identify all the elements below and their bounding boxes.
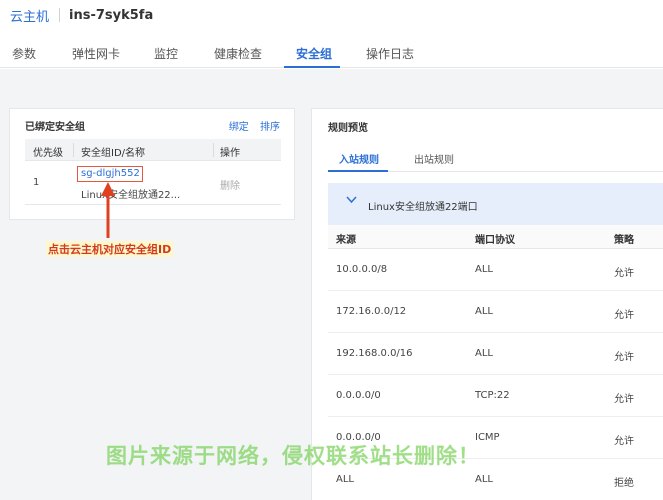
col-divider <box>73 143 74 157</box>
bound-sg-actions: 绑定 排序 <box>221 118 280 133</box>
watermark-text: 图片来源于网络，侵权联系站长删除！ <box>106 444 480 468</box>
bind-button[interactable]: 绑定 <box>229 122 249 133</box>
table-row: 1 sg-dlgjh552 Linux安全组放通22... 删除 <box>25 161 281 205</box>
table-row: 192.168.0.0/16 ALL 允许 <box>328 333 663 375</box>
col-source: 来源 <box>336 235 356 246</box>
table-row: 10.0.0.0/8 ALL 允许 <box>328 249 663 291</box>
sg-group-name: Linux安全组放通22端口 <box>368 202 478 213</box>
rule-policy: 允许 <box>614 394 634 405</box>
bound-sg-panel: 已绑定安全组 绑定 排序 优先级 安全组ID/名称 操作 1 sg-dlgjh5… <box>9 108 295 220</box>
col-policy: 策略 <box>614 235 634 246</box>
rule-source: 192.168.0.0/16 <box>336 348 413 359</box>
sg-group-header[interactable]: Linux安全组放通22端口 <box>328 183 663 225</box>
bound-sg-table-header: 优先级 安全组ID/名称 操作 <box>25 139 281 161</box>
instance-id: ins-7syk5fa <box>69 7 154 23</box>
col-divider <box>213 143 214 157</box>
tab-outbound-rules[interactable]: 出站规则 <box>414 151 454 166</box>
rule-port: ALL <box>475 264 493 275</box>
rule-source: 172.16.0.0/12 <box>336 306 407 317</box>
col-action: 操作 <box>220 148 240 159</box>
rule-source: 0.0.0.0/0 <box>336 390 381 401</box>
rule-policy: 允许 <box>614 310 634 321</box>
rule-policy: 允许 <box>614 436 634 447</box>
rule-source: ALL <box>336 474 354 485</box>
tab-health[interactable]: 健康检查 <box>214 45 262 62</box>
sg-id-link[interactable]: sg-dlgjh552 <box>81 168 140 179</box>
rule-port: ALL <box>475 474 493 485</box>
top-bar: 云主机 ins-7syk5fa <box>0 0 663 30</box>
tab-inbound-rules[interactable]: 入站规则 <box>339 151 379 166</box>
col-port-protocol: 端口协议 <box>475 235 515 246</box>
rule-policy: 允许 <box>614 352 634 363</box>
rules-tabs: 入站规则 出站规则 <box>328 142 663 172</box>
tab-security-group[interactable]: 安全组 <box>296 45 332 62</box>
tab-monitor[interactable]: 监控 <box>154 45 178 62</box>
rules-preview-title: 规则预览 <box>328 123 368 134</box>
annotation-label: 点击云主机对应安全组ID <box>46 241 174 257</box>
rule-policy: 拒绝 <box>614 478 634 489</box>
rule-policy: 允许 <box>614 268 634 279</box>
tab-eni[interactable]: 弹性网卡 <box>72 45 120 62</box>
table-row: 0.0.0.0/0 TCP:22 允许 <box>328 375 663 417</box>
rule-port: TCP:22 <box>475 390 510 401</box>
rules-table-header: 来源 端口协议 策略 <box>328 225 663 249</box>
col-priority: 优先级 <box>33 148 63 159</box>
rule-port: ALL <box>475 306 493 317</box>
sg-name: Linux安全组放通22... <box>81 190 181 201</box>
tab-params[interactable]: 参数 <box>12 45 36 62</box>
breadcrumb-separator <box>59 8 61 22</box>
rule-port: ALL <box>475 348 493 359</box>
priority-value: 1 <box>33 177 40 188</box>
arrow-up-icon <box>101 182 115 238</box>
instance-tabs: 参数 弹性网卡 监控 健康检查 安全组 操作日志 <box>0 36 663 68</box>
breadcrumb-root[interactable]: 云主机 <box>10 6 49 25</box>
active-tab-indicator <box>284 66 340 68</box>
table-row: 172.16.0.0/12 ALL 允许 <box>328 291 663 333</box>
rule-source: 10.0.0.0/8 <box>336 264 388 275</box>
sort-button[interactable]: 排序 <box>260 122 280 133</box>
delete-button[interactable]: 删除 <box>220 177 240 192</box>
active-rules-tab-indicator <box>328 170 388 172</box>
chevron-down-icon[interactable] <box>346 196 357 204</box>
bound-sg-title: 已绑定安全组 <box>25 122 85 133</box>
col-sg-id-name: 安全组ID/名称 <box>81 148 146 159</box>
tab-oplog[interactable]: 操作日志 <box>366 45 414 62</box>
